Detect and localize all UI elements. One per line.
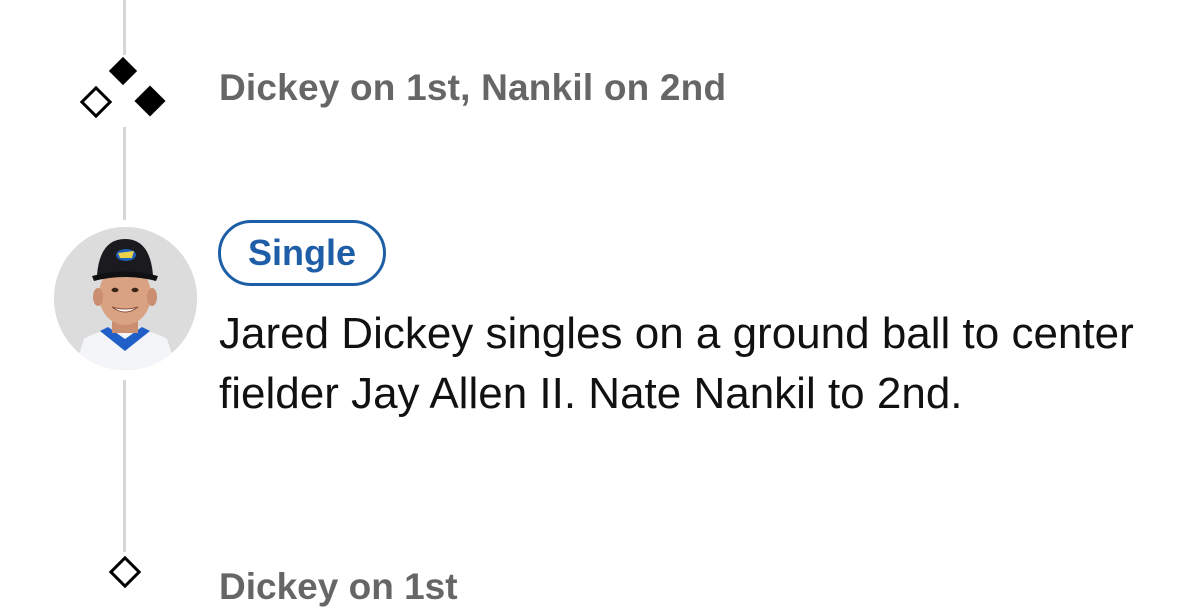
bases-diamond-icon — [96, 552, 156, 592]
play-description: Jared Dickey singles on a ground ball to… — [219, 309, 1134, 418]
bases-diamond-icon — [76, 55, 172, 127]
runners-on-base-text: Dickey on 1st — [219, 566, 458, 607]
player-avatar[interactable] — [54, 227, 197, 370]
runners-on-base-text: Dickey on 1st, Nankil on 2nd — [219, 67, 727, 108]
play-type-badge: Single — [218, 220, 386, 286]
